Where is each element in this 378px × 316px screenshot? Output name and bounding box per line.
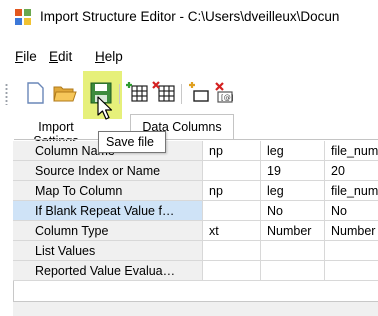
- grid-cell[interactable]: file_num: [325, 141, 378, 161]
- open-folder-button[interactable]: [52, 80, 78, 106]
- tab-strip: Import Settings Data Columns: [0, 114, 378, 148]
- grid-cell[interactable]: No: [325, 201, 378, 221]
- app-icon: [15, 9, 31, 25]
- grid-cell[interactable]: 19: [261, 161, 325, 181]
- grid-cell[interactable]: [261, 241, 325, 261]
- toolbar-separator: [119, 84, 120, 104]
- tab-divider: [14, 139, 378, 140]
- grid-cell[interactable]: [203, 261, 261, 281]
- grid-cell[interactable]: [325, 261, 378, 281]
- mouse-cursor-icon: [97, 96, 113, 120]
- grid-cell[interactable]: Number: [325, 221, 378, 241]
- grid-row[interactable]: If Blank Repeat Value f… No No: [13, 201, 378, 221]
- row-header-label[interactable]: Map To Column: [13, 181, 203, 201]
- grid-row[interactable]: List Values: [13, 241, 378, 261]
- row-header-label[interactable]: List Values: [13, 241, 203, 261]
- grid-cell[interactable]: [203, 161, 261, 181]
- grid-cell[interactable]: xt: [203, 221, 261, 241]
- svg-text:[@]: [@]: [221, 94, 234, 102]
- grid-cell[interactable]: Number: [261, 221, 325, 241]
- grid-cell[interactable]: No: [261, 201, 325, 221]
- delete-column-icon: [152, 81, 175, 102]
- row-header-label[interactable]: If Blank Repeat Value f…: [13, 201, 203, 221]
- grid-cell[interactable]: [203, 201, 261, 221]
- grid-row[interactable]: Map To Column np leg file_num: [13, 181, 378, 201]
- row-header-label[interactable]: Column Type: [13, 221, 203, 241]
- grid-cell[interactable]: 20: [325, 161, 378, 181]
- new-file-icon: [27, 82, 44, 104]
- menu-help[interactable]: Help: [95, 49, 123, 64]
- add-column-button[interactable]: [124, 80, 150, 106]
- window-title: Import Structure Editor - C:\Users\dveil…: [40, 9, 340, 24]
- grid-cell[interactable]: [203, 241, 261, 261]
- toolbar-grip[interactable]: [5, 83, 8, 105]
- tab-import-settings[interactable]: Import Settings: [14, 115, 98, 148]
- insert-row-button[interactable]: [186, 80, 212, 106]
- toolbar: [@]: [0, 76, 378, 112]
- grid-cell[interactable]: np: [203, 181, 261, 201]
- grid-cell[interactable]: np: [203, 141, 261, 161]
- grid-row[interactable]: Source Index or Name 19 20: [13, 161, 378, 181]
- delete-column-button[interactable]: [151, 80, 177, 106]
- grid-row[interactable]: Column Type xt Number Number: [13, 221, 378, 241]
- save-file-tooltip: Save file: [98, 131, 166, 153]
- menu-edit[interactable]: Edit: [49, 49, 72, 64]
- grid-cell[interactable]: [261, 261, 325, 281]
- new-file-button[interactable]: [22, 80, 48, 106]
- row-header-label[interactable]: Source Index or Name: [13, 161, 203, 181]
- grid-cell[interactable]: leg: [261, 181, 325, 201]
- add-column-icon: [126, 82, 148, 102]
- open-folder-icon: [53, 86, 77, 102]
- menu-file[interactable]: File: [15, 49, 37, 64]
- toolbar-separator: [181, 84, 182, 104]
- grid-row[interactable]: Reported Value Evalua…: [13, 261, 378, 281]
- grid-row[interactable]: Column Name np leg file_num: [13, 141, 378, 161]
- title-bar: Import Structure Editor - C:\Users\dveil…: [0, 0, 378, 34]
- row-header-label[interactable]: Reported Value Evalua…: [13, 261, 203, 281]
- menu-bar: File Edit Help: [0, 46, 378, 68]
- grid-cell[interactable]: [325, 241, 378, 261]
- delete-row-icon: [@]: [215, 82, 234, 103]
- grid-cell[interactable]: file_num: [325, 181, 378, 201]
- delete-row-button[interactable]: [@]: [212, 80, 238, 106]
- grid-cell[interactable]: leg: [261, 141, 325, 161]
- insert-row-icon: [189, 82, 209, 102]
- grid-empty-area: [13, 301, 378, 316]
